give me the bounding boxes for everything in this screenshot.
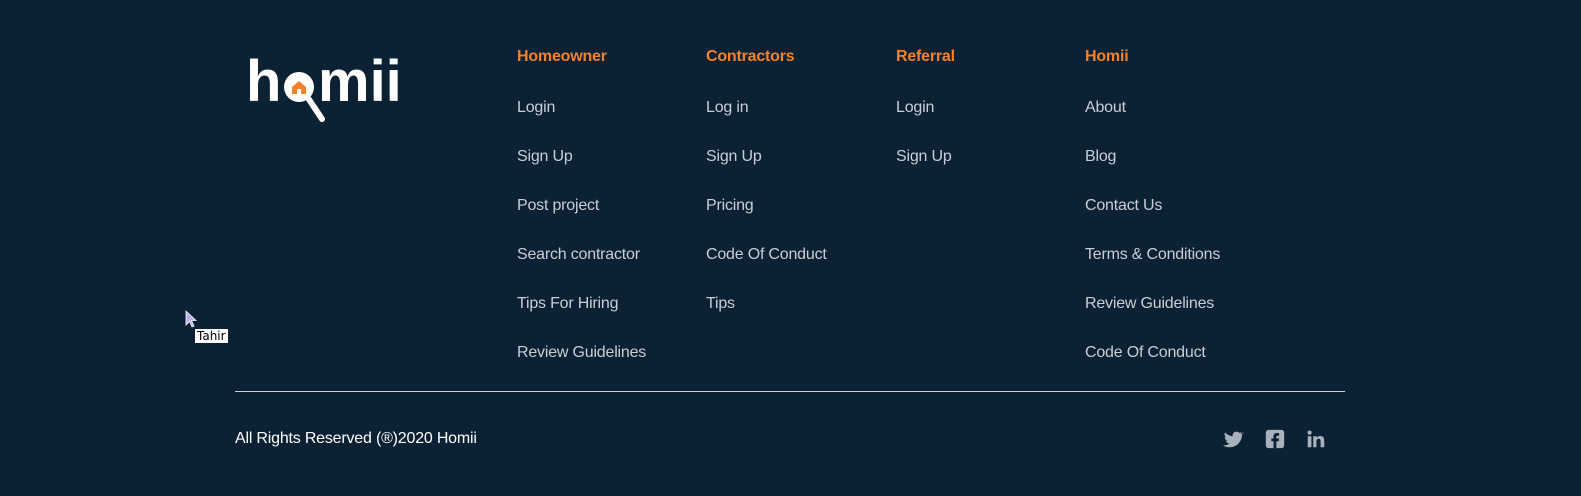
post-project-link[interactable]: Post project — [517, 197, 599, 214]
footer-divider — [235, 391, 1345, 392]
twitter-icon[interactable] — [1222, 428, 1244, 450]
column-heading: Homeowner — [517, 48, 607, 65]
contractor-code-of-conduct-link[interactable]: Code Of Conduct — [706, 246, 827, 263]
contact-us-link[interactable]: Contact Us — [1085, 197, 1162, 214]
link-list: Login Sign Up Post project Search contra… — [517, 97, 646, 391]
link-list: Log in Sign Up Pricing Code Of Conduct T… — [706, 97, 827, 342]
homeowner-review-guidelines-link[interactable]: Review Guidelines — [517, 344, 646, 361]
link-list: About Blog Contact Us Terms & Conditions… — [1085, 97, 1220, 391]
terms-conditions-link[interactable]: Terms & Conditions — [1085, 246, 1220, 263]
about-link[interactable]: About — [1085, 99, 1126, 116]
link-list: Login Sign Up — [896, 97, 955, 195]
search-contractor-link[interactable]: Search contractor — [517, 246, 640, 263]
logo-letter-h: h — [246, 52, 281, 114]
column-heading: Referral — [896, 48, 955, 65]
footer-column-referral: Referral Login Sign Up — [896, 46, 955, 195]
tooltip: Tahir — [195, 329, 228, 343]
homeowner-login-link[interactable]: Login — [517, 99, 555, 116]
site-footer: h mii Homeowner Login Sign Up Post proje… — [0, 0, 1581, 496]
column-heading: Contractors — [706, 48, 795, 65]
footer-column-homeowner: Homeowner Login Sign Up Post project Sea… — [517, 46, 646, 391]
column-heading: Homii — [1085, 48, 1129, 65]
linkedin-icon[interactable] — [1305, 428, 1327, 450]
homii-code-of-conduct-link[interactable]: Code Of Conduct — [1085, 344, 1206, 361]
blog-link[interactable]: Blog — [1085, 148, 1116, 165]
logo-letters-mii: mii — [318, 52, 402, 114]
referral-signup-link[interactable]: Sign Up — [896, 148, 952, 165]
footer-column-homii: Homii About Blog Contact Us Terms & Cond… — [1085, 46, 1220, 391]
homeowner-signup-link[interactable]: Sign Up — [517, 148, 573, 165]
tips-for-hiring-link[interactable]: Tips For Hiring — [517, 295, 619, 312]
homii-logo[interactable]: h mii — [246, 52, 406, 132]
tips-link[interactable]: Tips — [706, 295, 735, 312]
homii-review-guidelines-link[interactable]: Review Guidelines — [1085, 295, 1214, 312]
referral-login-link[interactable]: Login — [896, 99, 934, 116]
copyright-text: All Rights Reserved (®)2020 Homii — [235, 430, 477, 447]
footer-column-contractors: Contractors Log in Sign Up Pricing Code … — [706, 46, 827, 342]
facebook-icon[interactable] — [1264, 428, 1286, 450]
mouse-cursor-icon — [185, 310, 198, 328]
house-door — [297, 89, 301, 94]
pricing-link[interactable]: Pricing — [706, 197, 754, 214]
contractor-login-link[interactable]: Log in — [706, 99, 749, 116]
contractor-signup-link[interactable]: Sign Up — [706, 148, 762, 165]
